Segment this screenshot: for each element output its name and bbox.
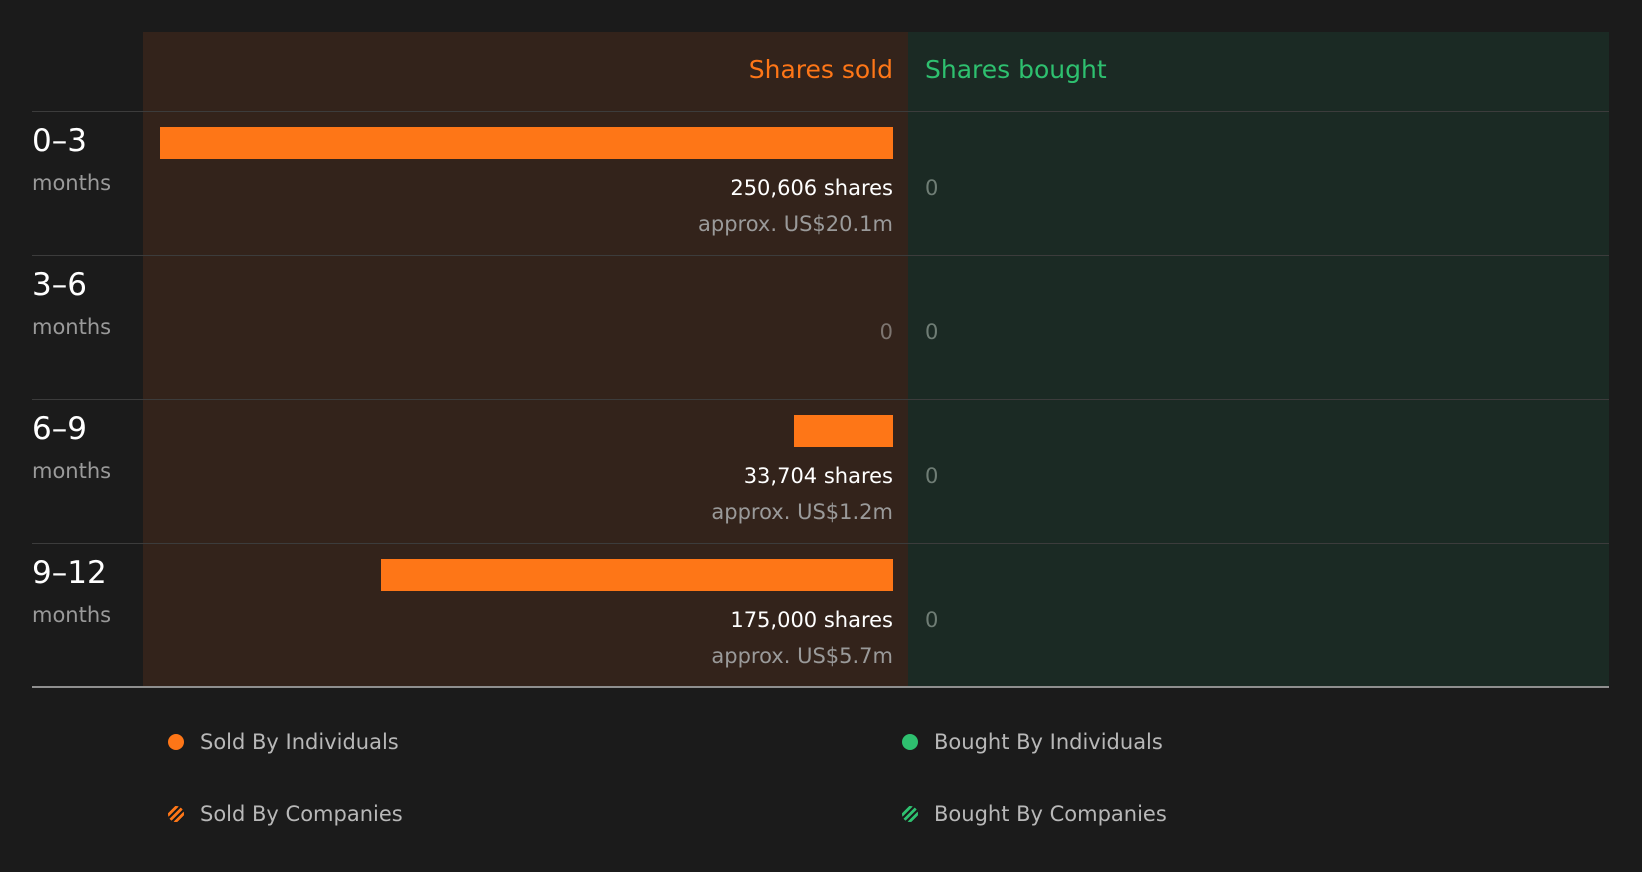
sold-value-label: approx. US$20.1m bbox=[698, 212, 893, 236]
period-range: 9–12 bbox=[32, 555, 107, 591]
bought-shares-label: 0 bbox=[925, 464, 939, 488]
sold-shares-label: 175,000 shares bbox=[730, 608, 893, 632]
period-range: 3–6 bbox=[32, 267, 87, 303]
period-range: 0–3 bbox=[32, 123, 87, 159]
row-separator bbox=[32, 111, 1609, 112]
chart-baseline bbox=[32, 686, 1609, 688]
sold-bar bbox=[794, 415, 893, 447]
legend-item: Bought By Companies bbox=[902, 799, 1167, 829]
row-separator bbox=[32, 543, 1609, 544]
legend-label: Bought By Companies bbox=[934, 802, 1167, 826]
legend-item: Bought By Individuals bbox=[902, 727, 1163, 757]
row-separator bbox=[32, 255, 1609, 256]
sold-shares-label: 250,606 shares bbox=[730, 176, 893, 200]
sold-bar bbox=[381, 559, 893, 591]
legend-item: Sold By Companies bbox=[168, 799, 403, 829]
legend-label: Sold By Companies bbox=[200, 802, 403, 826]
shares-sold-header: Shares sold bbox=[748, 55, 893, 84]
shares-bought-header: Shares bought bbox=[925, 55, 1107, 84]
bought-shares-label: 0 bbox=[925, 320, 939, 344]
solid-dot-icon bbox=[902, 734, 918, 750]
legend-item: Sold By Individuals bbox=[168, 727, 399, 757]
striped-dot-icon bbox=[168, 806, 184, 822]
striped-dot-icon bbox=[902, 806, 918, 822]
sold-bar bbox=[160, 127, 893, 159]
shares-bought-panel bbox=[908, 32, 1609, 687]
sold-value-label: approx. US$1.2m bbox=[711, 500, 893, 524]
bought-shares-label: 0 bbox=[925, 176, 939, 200]
period-range: 6–9 bbox=[32, 411, 87, 447]
legend-label: Bought By Individuals bbox=[934, 730, 1163, 754]
bought-shares-label: 0 bbox=[925, 608, 939, 632]
sold-value-label: approx. US$5.7m bbox=[711, 644, 893, 668]
legend-label: Sold By Individuals bbox=[200, 730, 399, 754]
period-unit: months bbox=[32, 603, 112, 627]
period-unit: months bbox=[32, 315, 112, 339]
period-unit: months bbox=[32, 171, 112, 195]
row-separator bbox=[32, 399, 1609, 400]
period-unit: months bbox=[32, 459, 112, 483]
solid-dot-icon bbox=[168, 734, 184, 750]
sold-shares-label: 33,704 shares bbox=[743, 464, 893, 488]
sold-shares-label: 0 bbox=[879, 320, 893, 344]
